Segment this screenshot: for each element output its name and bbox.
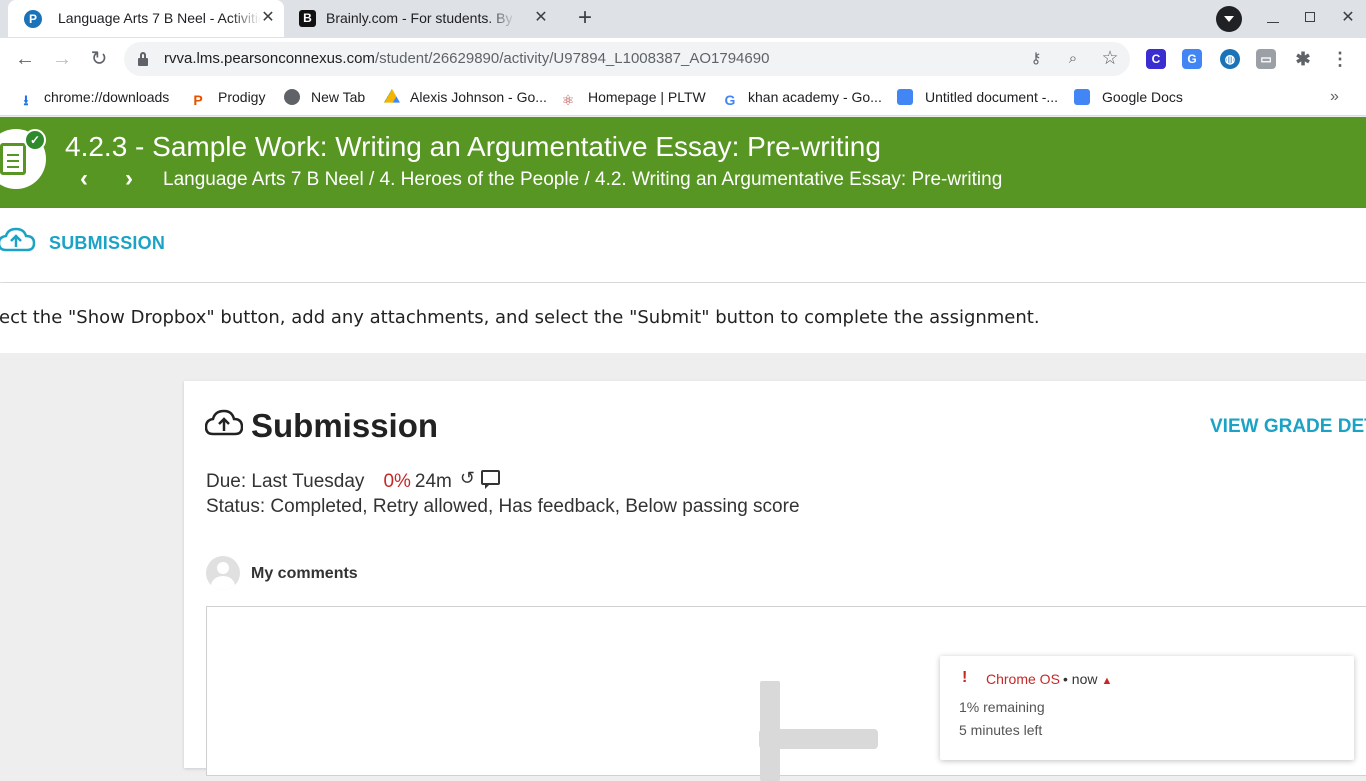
due-line: Due: Last Tuesday 0% 24m ↺ bbox=[206, 468, 500, 493]
my-comments-label: My comments bbox=[251, 565, 358, 582]
instructions-section: lect the "Show Dropbox" button, add any … bbox=[0, 283, 1366, 353]
bookmark-star-icon[interactable]: ☆ bbox=[1101, 49, 1119, 68]
cloud-upload-icon bbox=[205, 409, 243, 436]
zoom-icon[interactable]: ⌕ bbox=[1064, 50, 1082, 68]
google-drive-icon bbox=[384, 89, 400, 103]
kebab-menu-icon[interactable]: ⋮ bbox=[1330, 49, 1350, 69]
add-plus-icon[interactable] bbox=[759, 729, 878, 749]
instructions-text: lect the "Show Dropbox" button, add any … bbox=[0, 307, 1040, 328]
bookmarks-bar: ⭳ chrome://downloads P Prodigy New Tab Ale… bbox=[0, 80, 1366, 116]
card-title: Submission bbox=[251, 407, 439, 444]
next-activity-button[interactable]: › bbox=[125, 167, 133, 191]
completed-check-icon: ✓ bbox=[24, 129, 46, 151]
tab-brainly[interactable]: B Brainly.com - For students. By student… bbox=[284, 0, 560, 37]
due-date: Due: Last Tuesday bbox=[206, 471, 365, 492]
previous-activity-button[interactable]: ‹ bbox=[80, 167, 88, 191]
prodigy-icon: P bbox=[193, 92, 203, 108]
score-value: 0% bbox=[383, 471, 411, 492]
google-docs-icon bbox=[897, 89, 913, 105]
lock-icon[interactable] bbox=[138, 52, 150, 66]
key-icon[interactable]: ⚷ bbox=[1027, 50, 1045, 68]
notification-time: • now ▲ bbox=[1063, 671, 1113, 687]
url-text[interactable]: rvva.lms.pearsonconnexus.com/student/266… bbox=[164, 50, 769, 67]
translate-extension-icon[interactable]: G bbox=[1182, 49, 1202, 69]
bookmark-pltw[interactable]: ⚛ Homepage | PLTW bbox=[560, 89, 706, 108]
tab-title: Brainly.com - For students. By students. bbox=[326, 10, 516, 26]
forward-button[interactable]: → bbox=[50, 47, 74, 71]
notification-line-1: 1% remaining bbox=[959, 699, 1045, 715]
retry-icon[interactable]: ↺ bbox=[460, 468, 475, 489]
reload-button[interactable]: ↻ bbox=[87, 47, 111, 71]
globe-extension-icon[interactable]: ◍ bbox=[1220, 49, 1240, 69]
tab-language-arts[interactable]: P Language Arts 7 B Neel - Activities ✕ bbox=[8, 0, 284, 37]
avatar bbox=[206, 556, 240, 590]
puzzle-extensions-icon[interactable]: ✱ bbox=[1293, 49, 1313, 69]
pearson-icon: P bbox=[24, 10, 42, 28]
address-bar[interactable]: rvva.lms.pearsonconnexus.com/student/266… bbox=[124, 42, 1130, 76]
bookmark-downloads[interactable]: ⭳ chrome://downloads bbox=[18, 89, 170, 108]
close-tab-icon[interactable]: ✕ bbox=[259, 9, 277, 27]
notification-line-2: 5 minutes left bbox=[959, 722, 1043, 738]
more-bookmarks-icon[interactable]: » bbox=[1330, 88, 1339, 106]
tab-strip: P Language Arts 7 B Neel - Activities ✕ … bbox=[0, 0, 1366, 38]
bookmark-prodigy[interactable]: P Prodigy bbox=[190, 89, 265, 108]
pltw-atom-icon: ⚛ bbox=[561, 92, 575, 108]
brainly-icon: B bbox=[299, 10, 316, 27]
notification-source: Chrome OS bbox=[986, 671, 1060, 687]
browser-toolbar: ← → ↻ rvva.lms.pearsonconnexus.com/stude… bbox=[0, 38, 1366, 80]
download-icon: ⭳ bbox=[23, 92, 29, 108]
view-grade-details-link[interactable]: VIEW GRADE DETAILS bbox=[1210, 416, 1366, 438]
close-window-button[interactable]: ✕ bbox=[1338, 8, 1358, 28]
cast-extension-icon[interactable]: ▭ bbox=[1256, 49, 1276, 69]
google-icon: G bbox=[724, 92, 736, 108]
tab-title: Language Arts 7 B Neel - Activities bbox=[58, 10, 261, 26]
new-tab-button[interactable]: + bbox=[572, 6, 598, 32]
page-title: 4.2.3 - Sample Work: Writing an Argument… bbox=[65, 131, 881, 162]
time-spent: 24m bbox=[414, 471, 452, 492]
minimize-button[interactable] bbox=[1263, 8, 1283, 28]
submission-subheader: SUBMISSION bbox=[0, 208, 1366, 282]
battery-notification[interactable]: ! Chrome OS • now ▲ 1% remaining 5 minute… bbox=[940, 656, 1354, 760]
alert-icon: ! bbox=[962, 669, 968, 686]
close-tab-icon[interactable]: ✕ bbox=[532, 9, 550, 27]
cloud-upload-icon bbox=[0, 227, 36, 252]
bookmark-new-tab[interactable]: New Tab bbox=[284, 89, 365, 107]
course-header: ✓ 4.2.3 - Sample Work: Writing an Argume… bbox=[0, 117, 1366, 208]
submission-label: SUBMISSION bbox=[49, 233, 166, 253]
status-text: Status: Completed, Retry allowed, Has fe… bbox=[206, 496, 800, 517]
breadcrumb[interactable]: Language Arts 7 B Neel / 4. Heroes of th… bbox=[163, 169, 1002, 191]
globe-icon bbox=[284, 89, 300, 105]
bookmark-alexis-johnson[interactable]: Alexis Johnson - Go... bbox=[384, 89, 547, 107]
google-docs-icon bbox=[1074, 89, 1090, 105]
chevron-up-icon[interactable]: ▲ bbox=[1101, 675, 1112, 687]
bookmark-khan-academy[interactable]: Gkhan academy - Go... bbox=[722, 89, 882, 108]
bookmark-google-docs[interactable]: Google Docs bbox=[1074, 89, 1183, 107]
tab-search-button[interactable] bbox=[1216, 6, 1242, 32]
bookmark-untitled-document[interactable]: Untitled document -... bbox=[897, 89, 1058, 107]
feedback-icon[interactable] bbox=[480, 470, 500, 489]
extension-c-icon[interactable]: C bbox=[1146, 49, 1166, 69]
back-button[interactable]: ← bbox=[13, 47, 37, 71]
maximize-button[interactable] bbox=[1300, 8, 1320, 28]
